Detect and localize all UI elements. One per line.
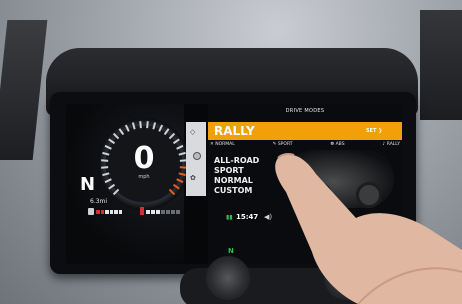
gauge-tick: [152, 122, 157, 130]
gauge-tick: [108, 138, 116, 145]
gauge-tick: [102, 151, 110, 156]
gauge-tick: [101, 166, 109, 169]
gauge-tick: [104, 144, 112, 150]
temperature-bar: [146, 210, 180, 214]
gauge-tick: [158, 124, 164, 132]
temperature-icon: [140, 207, 144, 215]
gauge-tick: [168, 132, 176, 140]
settings-icon[interactable]: ✿: [190, 174, 196, 182]
signal-icon: ▮▮: [226, 214, 233, 221]
gauge-tick: [131, 122, 136, 130]
gauge-tick: [102, 172, 110, 177]
gauge-tick: [139, 121, 142, 129]
panel-title: DRIVE MODES: [285, 108, 325, 114]
gauge-tick: [146, 121, 149, 129]
gauge-tick: [176, 144, 184, 150]
right-mirror-mount: [420, 10, 462, 120]
fuel-level-bar: [96, 210, 122, 214]
gauge-tick: [172, 138, 180, 145]
fuel-icon: [88, 208, 94, 215]
gauge-tick: [178, 172, 186, 177]
gear-icon[interactable]: [193, 152, 201, 160]
speed-unit: mph: [138, 174, 150, 180]
gauge-tick: [124, 124, 130, 132]
odometer: 6.3mi: [90, 198, 108, 205]
sub-mode-normal[interactable]: ✕ NORMAL: [210, 142, 235, 150]
gauge-tick: [172, 183, 180, 190]
gauge-tick: [176, 178, 184, 184]
instrument-cluster: N 6.3mi: [66, 104, 190, 264]
speed-readout: 0: [133, 141, 155, 176]
gauge-tick: [104, 178, 112, 184]
gauge-tick: [101, 159, 109, 162]
neutral-indicator-light: N: [228, 247, 234, 255]
photo-scene: N 6.3mi 0 mph ◇ ✿ DRIVE MODES RALLY SET …: [0, 0, 462, 304]
gear-indicator: N: [80, 174, 96, 195]
left-mirror-mount: [0, 20, 48, 160]
pointing-hand: [275, 153, 462, 304]
gauge-tick: [178, 151, 186, 156]
gauge-tick: [168, 188, 176, 196]
road-icon[interactable]: ◇: [190, 128, 195, 136]
gauge-tick: [108, 183, 116, 190]
gauge-tick: [163, 128, 170, 136]
gauge-tick: [118, 128, 125, 136]
gauge-tick: [112, 188, 120, 196]
gauge-tick: [112, 132, 120, 140]
